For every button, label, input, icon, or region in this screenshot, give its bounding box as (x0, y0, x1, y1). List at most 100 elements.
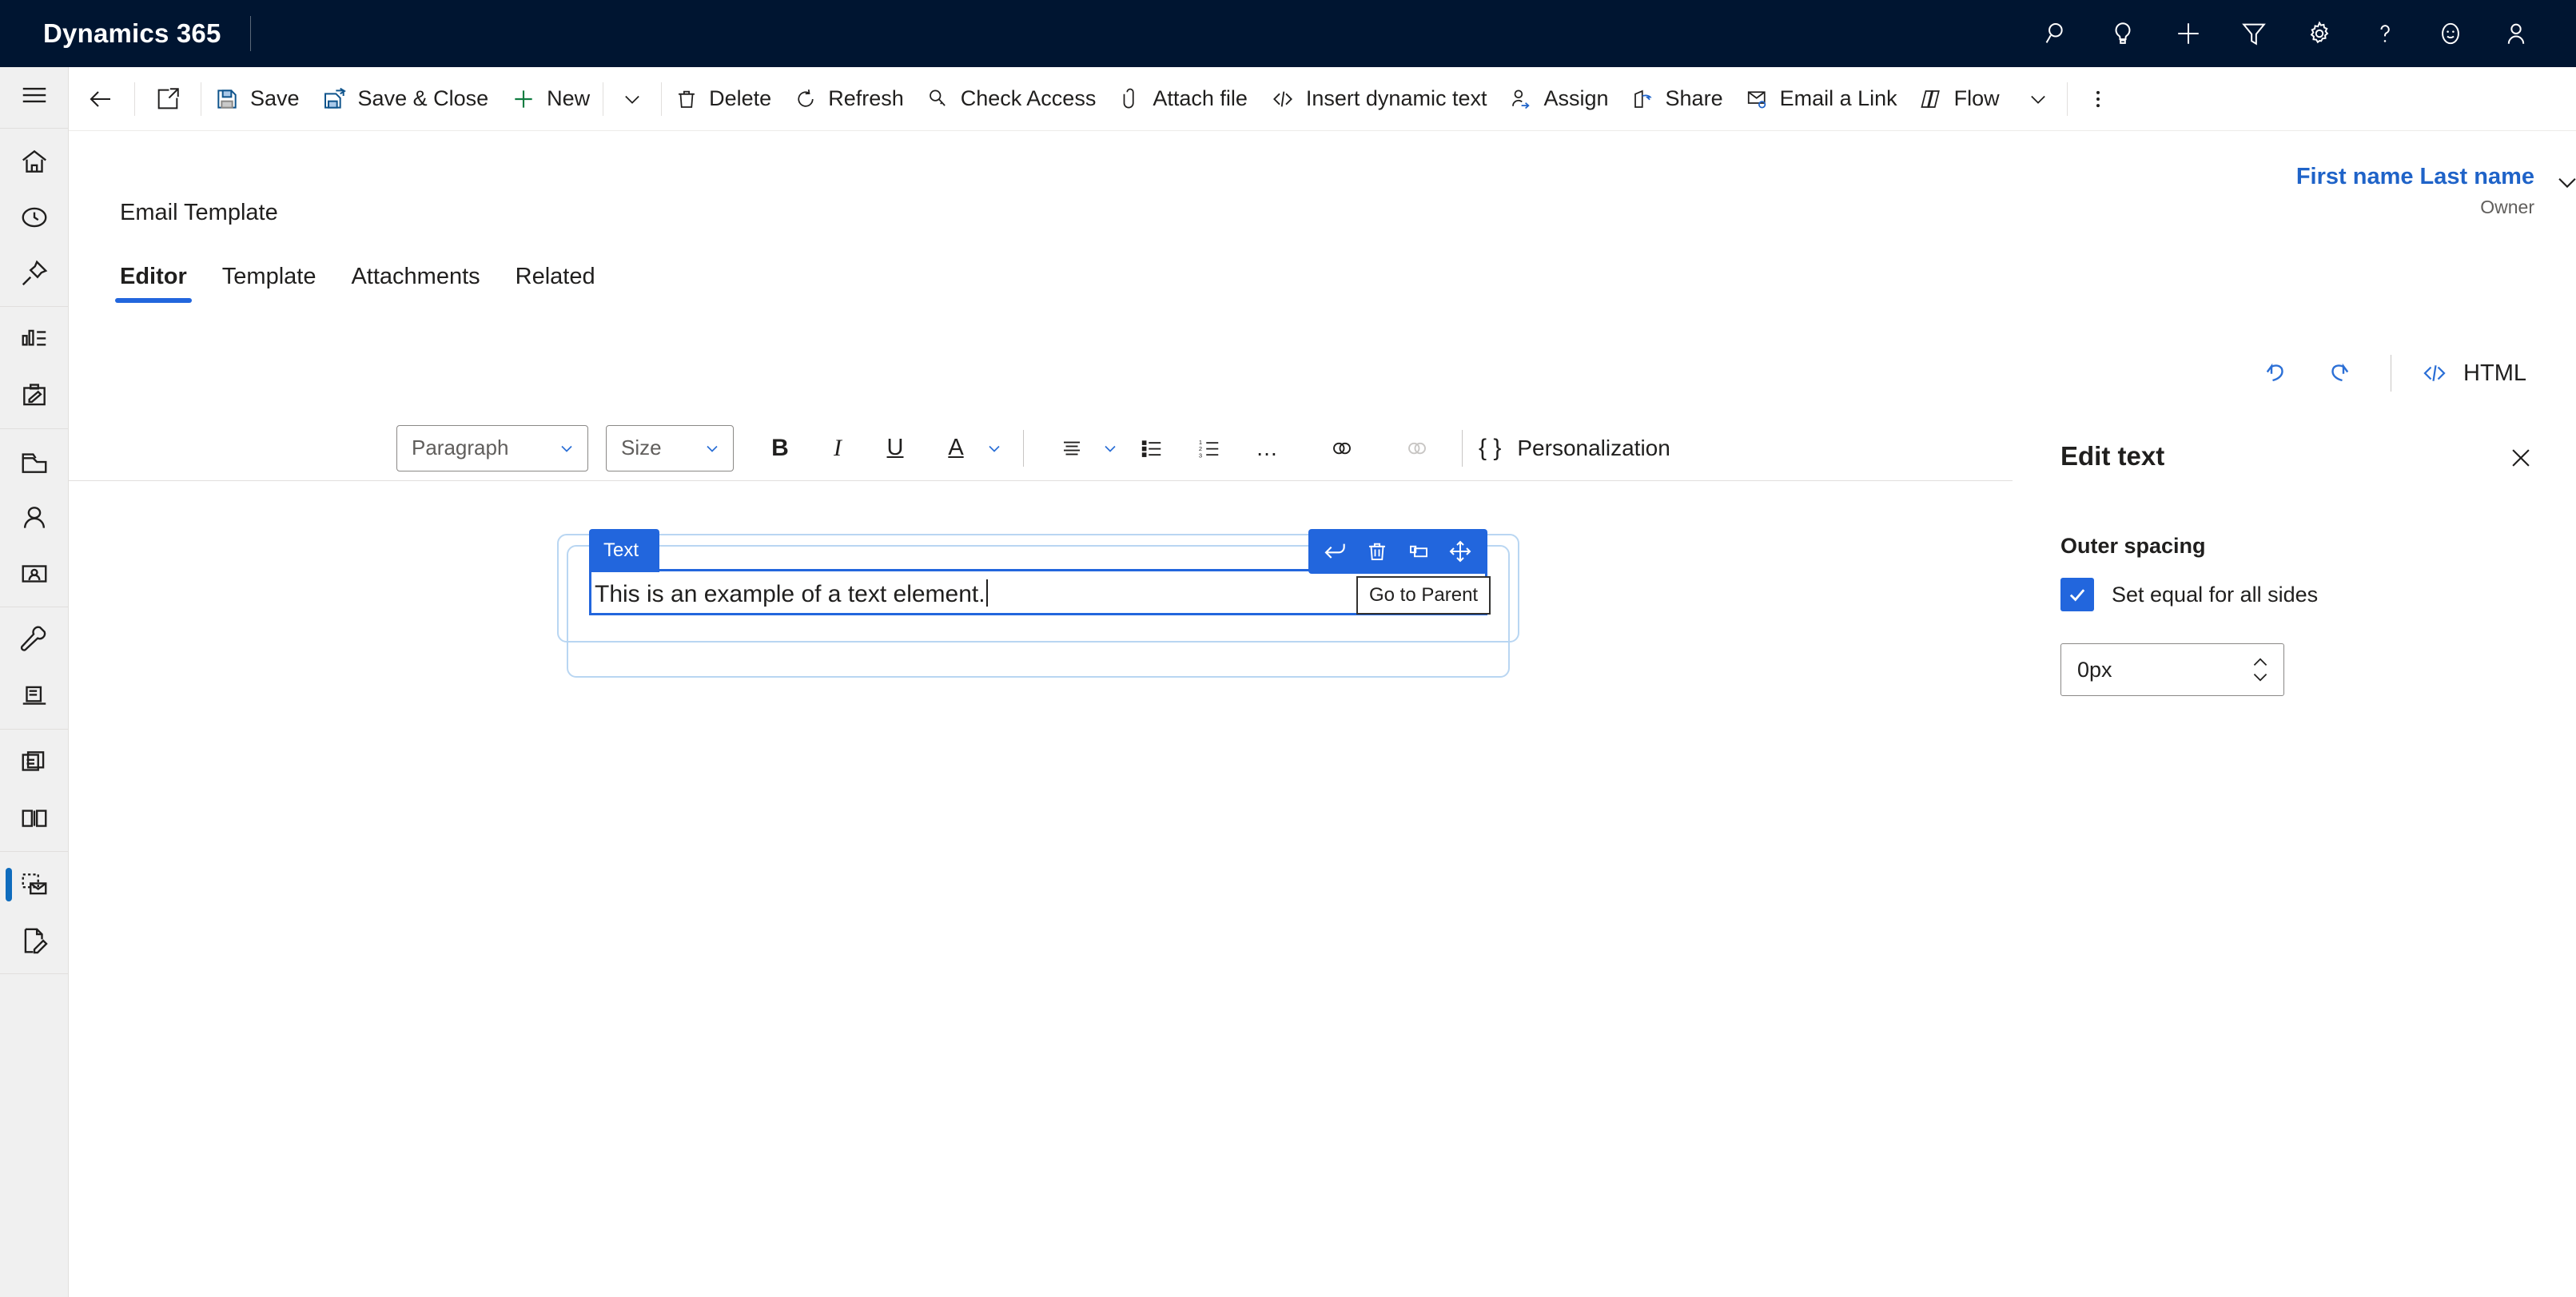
email-a-link-button[interactable]: Email a Link (1734, 67, 1909, 131)
new-button[interactable]: New (500, 67, 601, 131)
smiley-icon[interactable] (2418, 0, 2483, 67)
flow-label: Flow (1953, 86, 2000, 110)
set-equal-all-sides-checkbox[interactable]: Set equal for all sides (2060, 578, 2528, 611)
element-action-toolbar (1308, 529, 1487, 574)
delete-button[interactable]: Delete (663, 67, 782, 131)
gear-icon[interactable] (2287, 0, 2352, 67)
save-and-close-button[interactable]: Save & Close (311, 67, 500, 131)
bulleted-list-button[interactable] (1128, 424, 1176, 472)
search-icon[interactable] (2025, 0, 2090, 67)
leads-icon[interactable] (0, 546, 69, 602)
assign-label: Assign (1543, 86, 1609, 110)
numbered-list-button[interactable]: 123 (1185, 424, 1233, 472)
rail-divider (0, 128, 69, 129)
tab-editor[interactable]: Editor (102, 264, 205, 303)
active-indicator (6, 868, 12, 901)
checkbox-label: Set equal for all sides (2112, 582, 2319, 607)
go-to-parent-tooltip: Go to Parent (1356, 576, 1491, 615)
open-new-window-button[interactable] (137, 67, 199, 131)
dashboard-icon[interactable] (0, 312, 69, 368)
owner-name-link[interactable]: First name Last name (2296, 164, 2534, 190)
header-icon-group (2025, 0, 2576, 67)
properties-panel-title: Edit text (2060, 441, 2165, 471)
font-color-button[interactable]: A (927, 424, 1004, 472)
flow-button[interactable]: Flow (1909, 67, 2011, 131)
save-label: Save (250, 86, 300, 110)
content-icon[interactable] (0, 668, 69, 724)
text-element[interactable]: This is an example of a text element. (589, 569, 1487, 615)
insert-link-button[interactable] (1318, 424, 1366, 472)
align-button[interactable] (1043, 424, 1120, 472)
settings-wrench-icon[interactable] (0, 612, 69, 668)
properties-panel: Edit text Outer spacing Set equal for al… (2013, 396, 2576, 1297)
site-map-toggle[interactable] (0, 67, 69, 123)
element-type-badge: Text (589, 529, 659, 572)
personalization-button[interactable]: { } Personalization (1479, 435, 1670, 462)
more-options-button[interactable]: … (1243, 424, 1291, 472)
attach-file-button[interactable]: Attach file (1107, 67, 1259, 131)
brand-divider (249, 16, 251, 51)
tab-attachments[interactable]: Attachments (333, 264, 497, 303)
filter-icon[interactable] (2221, 0, 2287, 67)
delete-icon[interactable] (1359, 533, 1395, 570)
duplicate-icon[interactable] (1400, 533, 1437, 570)
rail-divider (0, 428, 69, 429)
chevron-down-icon (707, 445, 718, 452)
recent-icon[interactable] (0, 189, 69, 245)
form-tab-list: Editor Template Attachments Related (102, 264, 613, 303)
font-size-select[interactable]: Size (606, 424, 734, 471)
insert-dynamic-text-button[interactable]: Insert dynamic text (1259, 67, 1499, 131)
flow-chevron-down-icon[interactable] (2011, 67, 2065, 131)
share-button[interactable]: Share (1620, 67, 1734, 131)
owner-chevron-down-icon[interactable] (2554, 169, 2576, 200)
command-separator (2066, 82, 2068, 116)
contacts-icon[interactable] (0, 490, 69, 546)
underline-button[interactable]: U (871, 424, 919, 472)
rail-divider (0, 851, 69, 852)
bold-button[interactable]: B (756, 424, 804, 472)
delete-label: Delete (709, 86, 772, 110)
overflow-menu-button[interactable] (2069, 67, 2127, 131)
email-template-icon[interactable] (0, 857, 69, 913)
close-icon[interactable] (2507, 444, 2534, 475)
person-icon[interactable] (2483, 0, 2549, 67)
library-icon[interactable] (0, 734, 69, 790)
rail-divider (0, 306, 69, 307)
book-icon[interactable] (0, 790, 69, 846)
undo-icon[interactable] (2245, 345, 2307, 401)
check-access-button[interactable]: Check Access (915, 67, 1108, 131)
back-button[interactable] (69, 67, 133, 131)
move-icon[interactable] (1442, 533, 1479, 570)
chevron-down-icon[interactable] (2250, 671, 2271, 684)
accounts-icon[interactable] (0, 434, 69, 490)
italic-button[interactable]: I (814, 424, 862, 472)
assign-button[interactable]: Assign (1498, 67, 1619, 131)
question-icon[interactable] (2352, 0, 2418, 67)
activities-icon[interactable] (0, 368, 69, 424)
text-element-content: This is an example of a text element. (591, 571, 1485, 618)
html-label: HTML (2463, 360, 2526, 386)
font-color-label: A (948, 435, 964, 460)
pinned-icon[interactable] (0, 245, 69, 301)
html-view-button[interactable]: HTML (2412, 359, 2534, 388)
redo-icon[interactable] (2307, 345, 2370, 401)
lightbulb-icon[interactable] (2090, 0, 2156, 67)
outer-spacing-label: Outer spacing (2060, 534, 2206, 558)
rich-text-toolbar: Paragraph Size B I U A 123 … { } Persona… (69, 416, 2013, 481)
go-to-parent-icon[interactable] (1317, 533, 1354, 570)
check-access-label: Check Access (960, 86, 1097, 110)
plus-icon[interactable] (2156, 0, 2221, 67)
form-edit-icon[interactable] (0, 913, 69, 969)
save-button[interactable]: Save (203, 67, 311, 131)
new-chevron-down-icon[interactable] (605, 67, 659, 131)
outer-spacing-stepper[interactable]: 0px (2060, 643, 2284, 696)
tab-related[interactable]: Related (498, 264, 613, 303)
home-icon[interactable] (0, 133, 69, 189)
paragraph-style-select[interactable]: Paragraph (396, 424, 588, 471)
chevron-up-icon[interactable] (2250, 655, 2271, 668)
tab-template[interactable]: Template (205, 264, 334, 303)
app-brand: Dynamics 365 (43, 18, 221, 48)
toolbar-separator (1023, 429, 1024, 467)
refresh-button[interactable]: Refresh (782, 67, 915, 131)
command-separator (661, 82, 663, 116)
